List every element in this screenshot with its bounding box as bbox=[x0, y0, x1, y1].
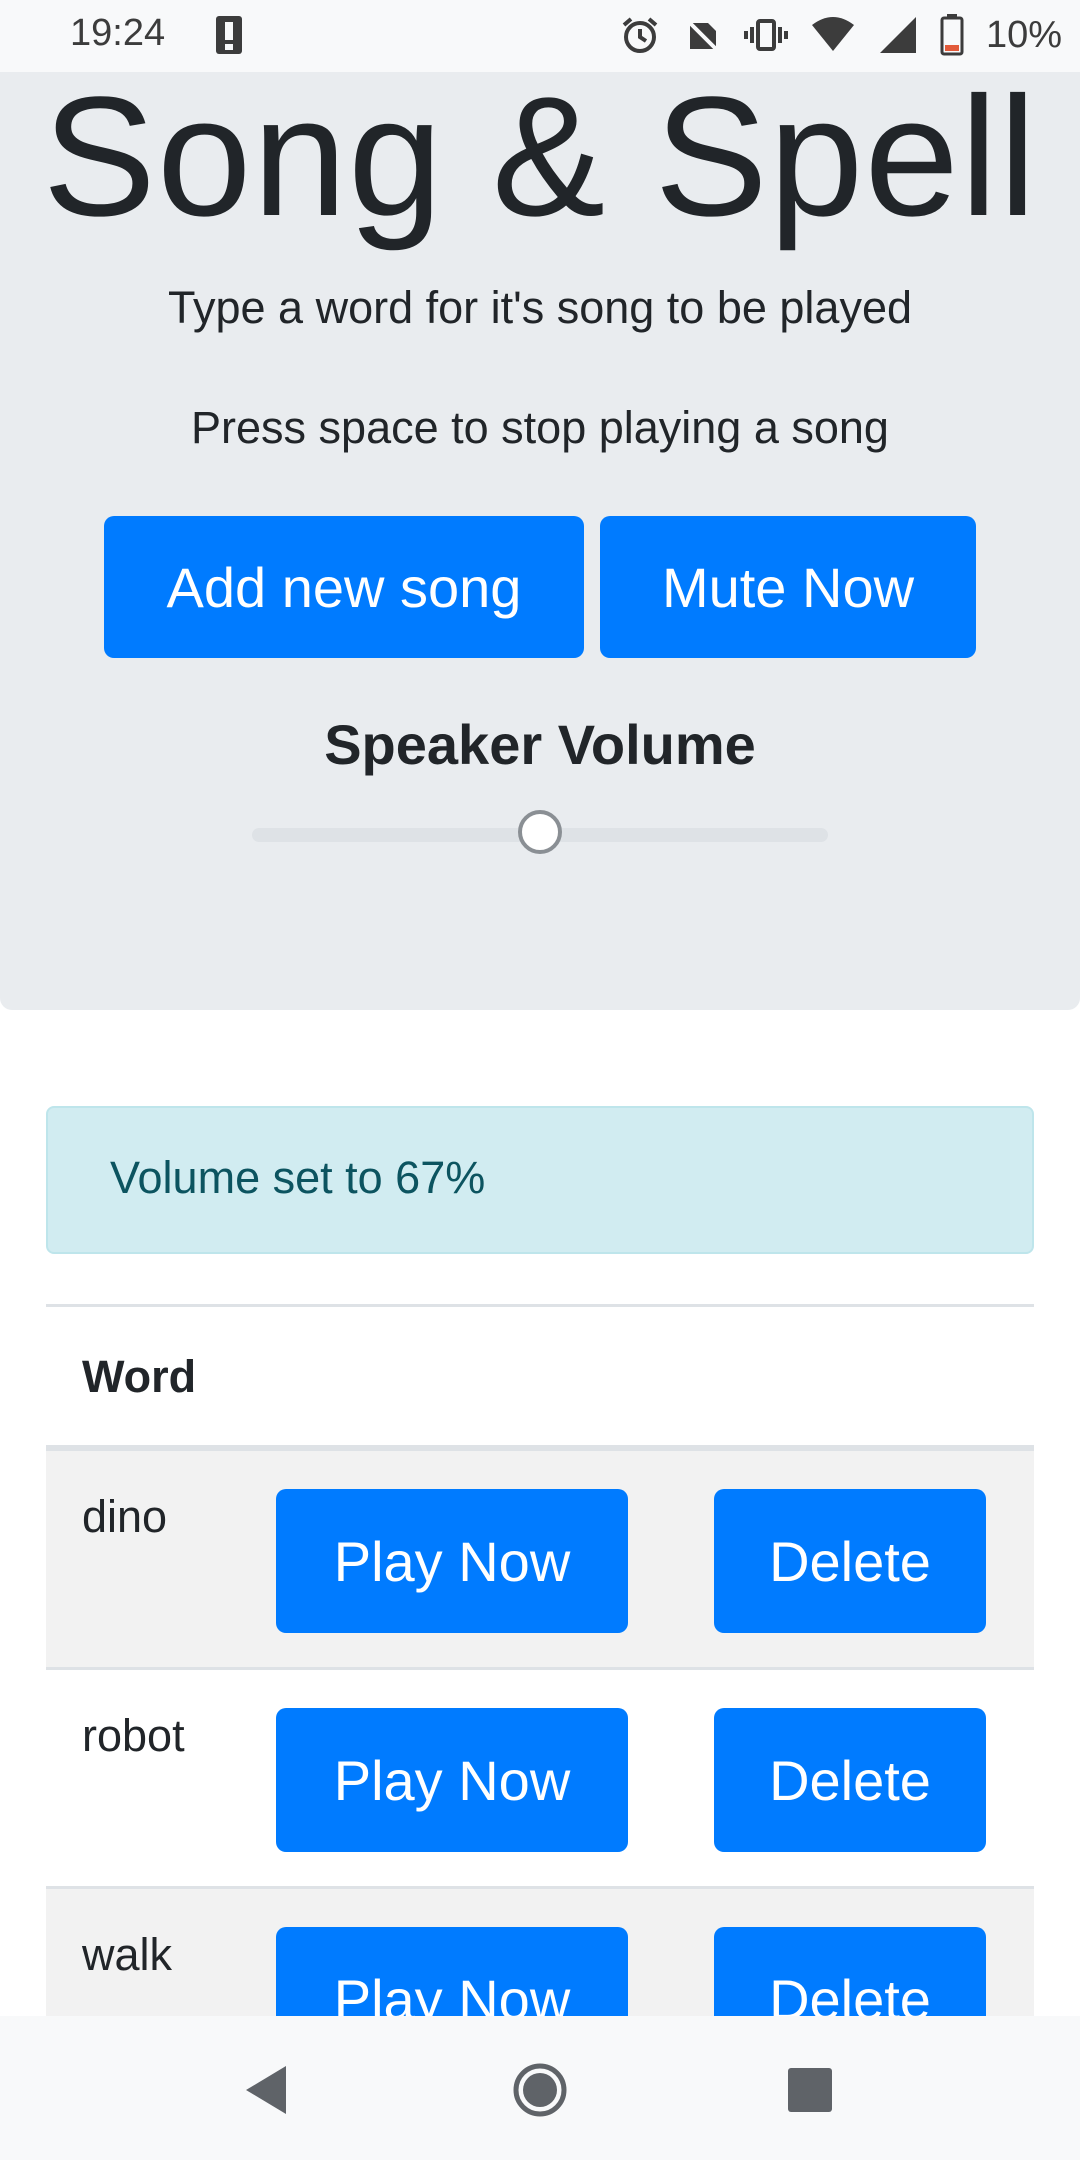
speaker-volume-label: Speaker Volume bbox=[324, 713, 756, 776]
volume-alert: Volume set to 67% bbox=[46, 1106, 1034, 1254]
battery-low-icon bbox=[940, 14, 964, 56]
status-icons: 10% bbox=[620, 10, 1062, 60]
songs-table: Word dino Play Now Delete robot Play Now… bbox=[46, 1304, 1034, 2108]
alarm-icon bbox=[622, 17, 658, 53]
signal-icon bbox=[879, 17, 916, 53]
column-header-word: Word bbox=[82, 1351, 197, 1402]
mute-now-button[interactable]: Mute Now bbox=[600, 516, 976, 658]
delete-button[interactable]: Delete bbox=[714, 1708, 986, 1852]
no-sim-icon bbox=[684, 17, 720, 53]
alert-icon bbox=[216, 16, 242, 54]
word-cell: walk bbox=[82, 1929, 173, 1980]
battery-percentage: 10% bbox=[985, 13, 1062, 56]
wifi-icon bbox=[811, 17, 854, 51]
home-icon[interactable] bbox=[512, 2062, 568, 2118]
play-now-button[interactable]: Play Now bbox=[276, 1708, 628, 1852]
add-new-song-button[interactable]: Add new song bbox=[104, 516, 584, 658]
recents-icon[interactable] bbox=[786, 2066, 834, 2114]
back-icon[interactable] bbox=[242, 2064, 290, 2116]
table-header: Word bbox=[46, 1304, 1034, 1451]
play-now-button[interactable]: Play Now bbox=[276, 1489, 628, 1633]
word-cell: dino bbox=[82, 1491, 168, 1542]
vibrate-icon bbox=[743, 19, 788, 51]
navigation-bar bbox=[0, 2016, 1080, 2160]
delete-button[interactable]: Delete bbox=[714, 1489, 986, 1633]
header-panel: Song & Spell Type a word for it's song t… bbox=[0, 72, 1080, 1010]
word-cell: robot bbox=[82, 1710, 185, 1761]
app-title: Song & Spell bbox=[42, 62, 1038, 252]
table-row: dino Play Now Delete bbox=[46, 1451, 1034, 1670]
volume-slider-thumb[interactable] bbox=[518, 810, 562, 854]
volume-alert-text: Volume set to 67% bbox=[110, 1152, 486, 1203]
status-time: 19:24 bbox=[70, 12, 166, 54]
status-bar: 19:24 10% bbox=[0, 0, 1080, 72]
instruction-type-word: Type a word for it's song to be played bbox=[167, 282, 913, 333]
instruction-press-space: Press space to stop playing a song bbox=[191, 402, 889, 453]
table-row: robot Play Now Delete bbox=[46, 1670, 1034, 1889]
